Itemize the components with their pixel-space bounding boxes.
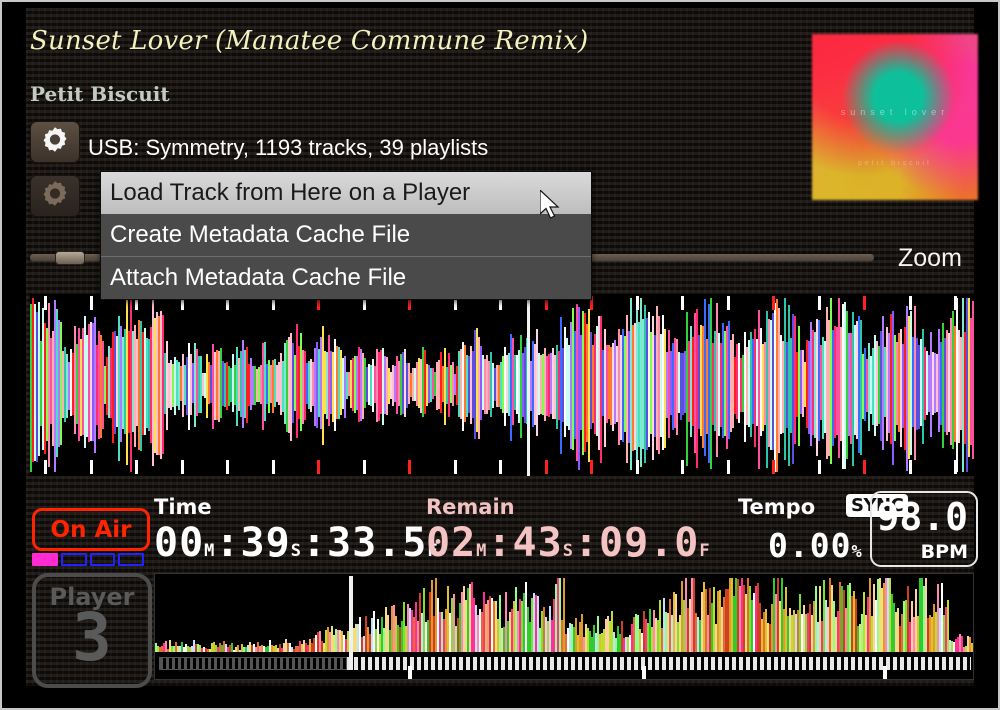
album-art-title-text: sunset lover: [840, 107, 950, 118]
progress-played: [159, 657, 347, 670]
player-number-box: Player 3: [32, 573, 152, 688]
track-artist: Petit Biscuit: [30, 82, 170, 106]
preview-cue-marker-1: [408, 666, 412, 679]
album-art-artist-text: petit biscuit: [857, 160, 932, 168]
menu-item-2[interactable]: Create Metadata Cache File: [101, 214, 591, 256]
remain-minutes: 02: [426, 520, 477, 566]
preview-cue-marker-3: [883, 666, 887, 679]
status-led-2: [60, 553, 87, 566]
elapsed-minutes-unit: M: [204, 541, 216, 561]
album-art-overlay: sunset lover petit biscuit: [812, 34, 978, 200]
elapsed-frames: 33.5: [327, 520, 428, 566]
remain-seconds: 43: [512, 520, 563, 566]
waveform-detail[interactable]: [30, 294, 974, 476]
mouse-cursor: [539, 188, 566, 229]
remain-caption: Remain: [426, 495, 515, 519]
remain-seconds-unit: S: [562, 541, 574, 561]
elapsed-time-value: 00M:39S:33.5F: [154, 520, 439, 566]
waveform-playhead[interactable]: [527, 294, 530, 476]
player-panel: Sunset Lover (Manatee Commune Remix) Pet…: [26, 8, 978, 688]
elapsed-seconds: 39: [240, 520, 291, 566]
bpm-box: 98.0 BPM: [870, 491, 978, 567]
player-status-leds: [32, 553, 144, 566]
remain-minutes-unit: M: [476, 541, 488, 561]
time-caption: Time: [154, 495, 212, 519]
pitch-value: 0.00%: [768, 526, 863, 565]
waveform-preview[interactable]: [154, 573, 974, 680]
progress-remaining: [347, 657, 971, 670]
remain-frames: 09.0: [599, 520, 700, 566]
remain-time-value: 02M:43S:09.0F: [426, 520, 711, 566]
bpm-value: 98.0: [876, 495, 968, 539]
elapsed-minutes: 00: [154, 520, 205, 566]
zoom-slider-thumb[interactable]: [55, 251, 85, 265]
pitch-number: 0.00: [768, 526, 852, 565]
media-settings-button-secondary[interactable]: [30, 175, 80, 217]
preview-bars: [155, 574, 973, 652]
pitch-unit: %: [851, 542, 863, 562]
status-led-4: [118, 553, 144, 566]
app-window: Sunset Lover (Manatee Commune Remix) Pet…: [0, 0, 1000, 710]
gear-icon: [40, 179, 70, 214]
menu-item-1[interactable]: Load Track from Here on a Player: [101, 172, 591, 214]
status-led-3: [89, 553, 116, 566]
tempo-caption: Tempo: [738, 495, 816, 519]
status-led-1: [32, 553, 58, 566]
preview-playhead[interactable]: [349, 576, 353, 670]
player-number-label: 3: [72, 599, 112, 676]
menu-item-3[interactable]: Attach Metadata Cache File: [101, 256, 591, 299]
on-air-label: On Air: [50, 516, 132, 543]
usb-status-label: USB: Symmetry, 1193 tracks, 39 playlists: [88, 135, 489, 160]
on-air-indicator: On Air: [32, 508, 150, 551]
progress-bar[interactable]: [159, 657, 971, 670]
bpm-label: BPM: [920, 541, 968, 563]
elapsed-seconds-unit: S: [290, 541, 302, 561]
track-title: Sunset Lover (Manatee Commune Remix): [30, 26, 589, 56]
context-menu[interactable]: Load Track from Here on a Player Create M…: [100, 171, 592, 300]
remain-frames-unit: F: [699, 541, 711, 561]
media-settings-button[interactable]: [30, 121, 80, 163]
zoom-label: Zoom: [898, 244, 962, 272]
gear-icon: [40, 125, 70, 160]
preview-cue-marker-2: [642, 666, 646, 679]
